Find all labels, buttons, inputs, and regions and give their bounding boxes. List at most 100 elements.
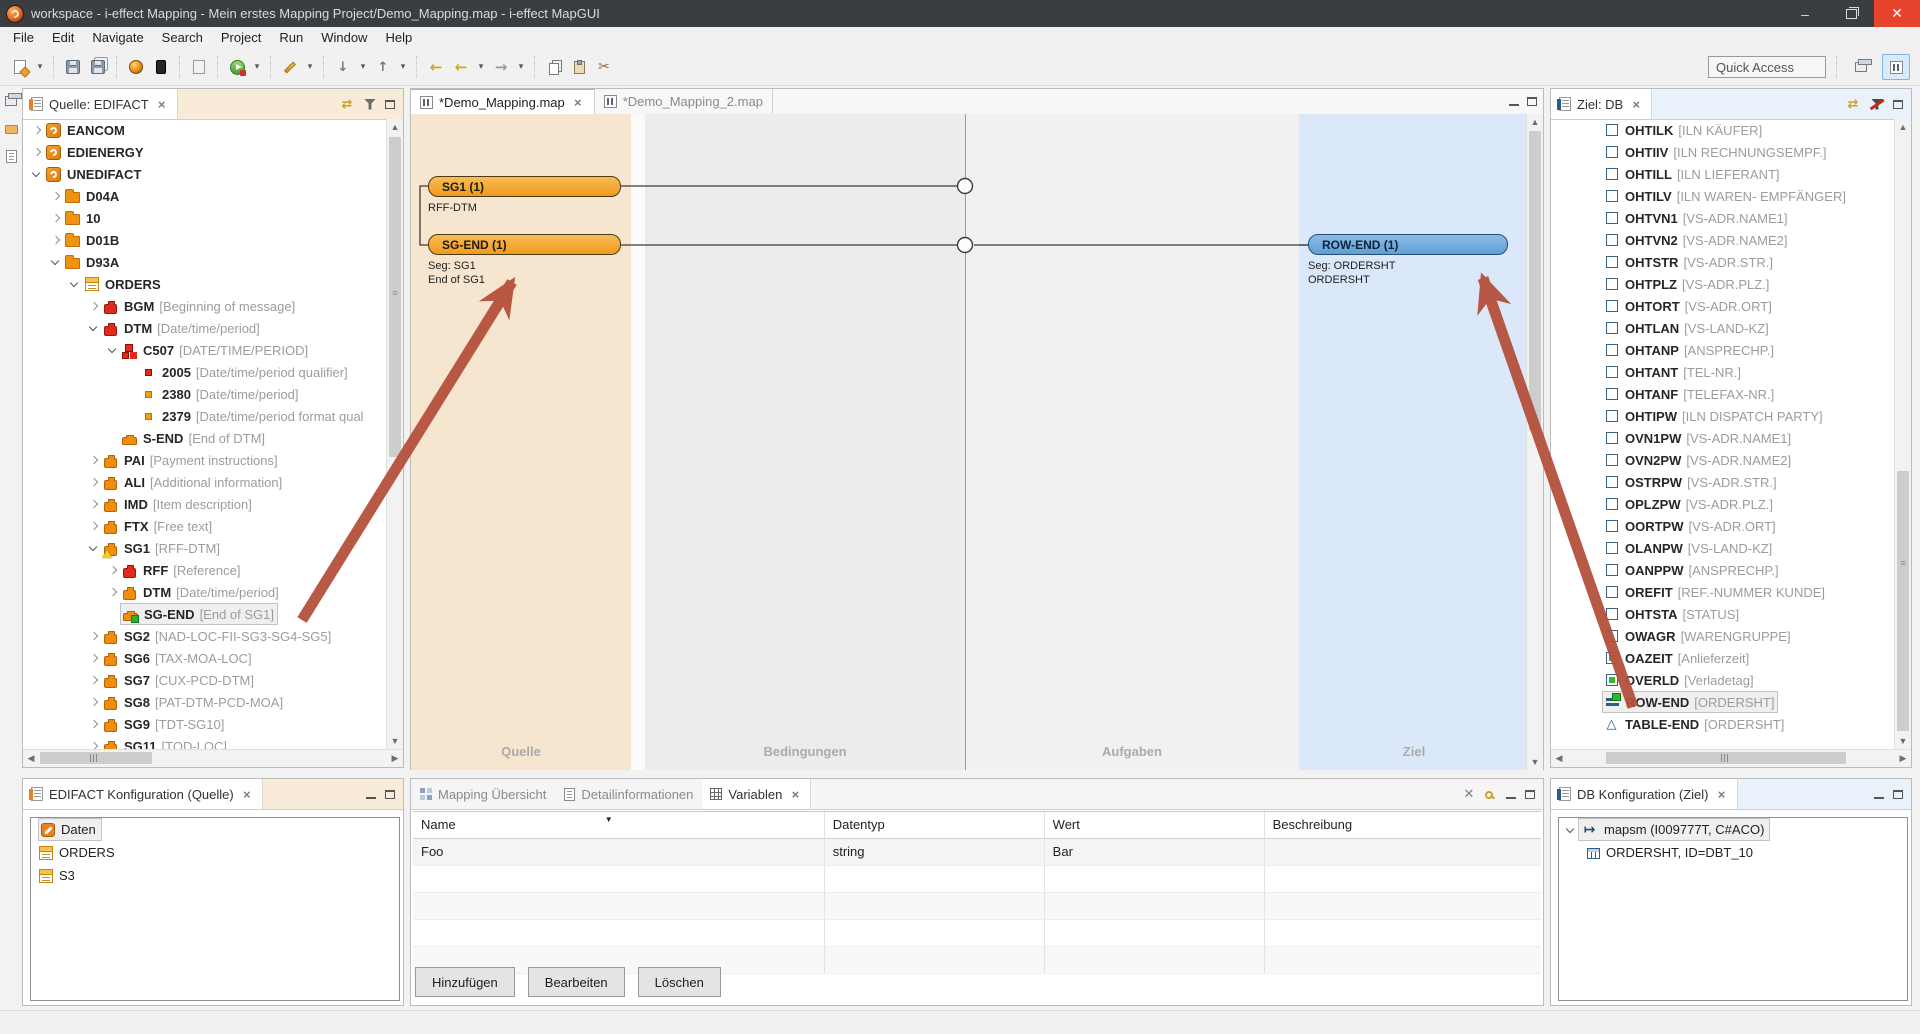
config-list[interactable]: DatenORDERSS3	[30, 817, 400, 1001]
dropdown-button[interactable]: ▾	[251, 56, 263, 78]
expander-icon[interactable]	[67, 273, 83, 295]
dropdown-button[interactable]: ▾	[515, 56, 527, 78]
node-sg1[interactable]: SG1 (1)	[428, 176, 621, 197]
save-as-button[interactable]	[188, 56, 210, 78]
tree-item-row-end[interactable]: ROW-END[ORDERSHT]	[1551, 691, 1895, 713]
next-gray-button[interactable]: →	[490, 56, 512, 78]
tree-item-c507[interactable]: C507[DATE/TIME/PERIOD]	[23, 339, 387, 361]
tree-item-rff[interactable]: RFF[Reference]	[23, 559, 387, 581]
expander-icon[interactable]	[86, 449, 102, 471]
expander-icon[interactable]	[48, 207, 64, 229]
back-yellow-button[interactable]: ←	[425, 56, 447, 78]
tree-item-ostrpw[interactable]: OSTRPW[VS-ADR.STR.]	[1551, 471, 1895, 493]
ieffect-ball-button[interactable]	[125, 56, 147, 78]
tree-item-dtm[interactable]: DTM[Date/time/period]	[23, 317, 387, 339]
tree-item-d04a[interactable]: D04A	[23, 185, 387, 207]
tab-demo-mapping[interactable]: *Demo_Mapping.map ×	[411, 89, 595, 114]
menu-window[interactable]: Window	[312, 27, 376, 49]
db-config-tree[interactable]: ↦mapsm (I009777T, C#ACO)ORDERSHT, ID=DBT…	[1558, 817, 1908, 1001]
expander-icon[interactable]	[29, 141, 45, 163]
table-row[interactable]: FoostringBar	[413, 839, 1541, 866]
target-tree-hscrollbar[interactable]: ◀ ▶	[1551, 749, 1911, 767]
expander-icon[interactable]	[48, 229, 64, 251]
tree-item-sg2[interactable]: SG2[NAD-LOC-FII-SG3-SG4-SG5]	[23, 625, 387, 647]
run-button[interactable]	[226, 56, 248, 78]
mapping-canvas[interactable]: SG1 (1) RFF-DTM SG-END (1) Seg: SG1 End …	[411, 114, 1528, 770]
mapping-perspective-button[interactable]	[1882, 54, 1910, 80]
menu-help[interactable]: Help	[376, 27, 421, 49]
menu-run[interactable]: Run	[270, 27, 312, 49]
column-header-name[interactable]: Name	[413, 812, 825, 838]
tree-item-ali[interactable]: ALI[Additional information]	[23, 471, 387, 493]
dropdown-button[interactable]: ▾	[397, 56, 409, 78]
outline-icon[interactable]	[6, 150, 17, 163]
scrollbar-thumb[interactable]	[40, 752, 152, 764]
tree-item-ohtstr[interactable]: OHTSTR[VS-ADR.STR.]	[1551, 251, 1895, 273]
maximize-icon[interactable]	[385, 790, 395, 799]
scroll-up-icon[interactable]: ▲	[1895, 119, 1911, 135]
scroll-down-icon[interactable]: ▼	[387, 733, 403, 749]
dropdown-button[interactable]: ▾	[357, 56, 369, 78]
tree-item-s-end[interactable]: S-END[End of DTM]	[23, 427, 387, 449]
minimize-icon[interactable]	[366, 796, 376, 799]
node-row-end[interactable]: ROW-END (1)	[1308, 234, 1508, 255]
column-header-beschreibung[interactable]: Beschreibung	[1265, 812, 1541, 838]
scroll-up-icon[interactable]: ▲	[387, 119, 403, 135]
minimize-button[interactable]: –	[1782, 0, 1828, 27]
project-explorer-icon[interactable]	[5, 125, 18, 134]
tree-item-2005[interactable]: 2005[Date/time/period qualifier]	[23, 361, 387, 383]
tree-item-sg6[interactable]: SG6[TAX-MOA-LOC]	[23, 647, 387, 669]
dropdown-button[interactable]: ▾	[34, 56, 46, 78]
list-item-s3[interactable]: S3	[31, 864, 399, 887]
db-tree-item[interactable]: ORDERSHT, ID=DBT_10	[1559, 841, 1907, 864]
filter-icon[interactable]	[364, 99, 376, 110]
console-button[interactable]	[150, 56, 172, 78]
minimize-icon[interactable]	[1509, 103, 1519, 106]
new-wizard-button[interactable]	[9, 56, 31, 78]
tab-quelle-edifact[interactable]: Quelle: EDIFACT ×	[23, 89, 178, 119]
tree-item-ohtvn1[interactable]: OHTVN1[VS-ADR.NAME1]	[1551, 207, 1895, 229]
tree-item-pai[interactable]: PAI[Payment instructions]	[23, 449, 387, 471]
link-editor-icon[interactable]: ⇄	[339, 97, 355, 112]
list-item-orders[interactable]: ORDERS	[31, 841, 399, 864]
expander-icon[interactable]	[86, 537, 102, 559]
node-sg-end[interactable]: SG-END (1)	[428, 234, 621, 255]
filter-disabled-icon[interactable]	[1870, 98, 1884, 111]
tab-variablen[interactable]: Variablen×	[702, 779, 811, 809]
close-icon[interactable]: ×	[240, 787, 254, 802]
tree-item-orefit[interactable]: OREFIT[REF.-NUMMER KUNDE]	[1551, 581, 1895, 603]
expander-icon[interactable]	[86, 515, 102, 537]
expander-icon[interactable]	[86, 625, 102, 647]
scrollbar-thumb[interactable]: ≡	[389, 137, 401, 457]
edit-button[interactable]: Bearbeiten	[528, 967, 625, 997]
tree-item-bgm[interactable]: BGM[Beginning of message]	[23, 295, 387, 317]
scroll-up-icon[interactable]: ▲	[1527, 114, 1543, 130]
search-icon[interactable]	[1485, 791, 1493, 799]
expander-icon[interactable]	[86, 647, 102, 669]
expander-icon[interactable]	[86, 295, 102, 317]
table-empty-row[interactable]	[413, 893, 1541, 920]
paste-button[interactable]	[568, 56, 590, 78]
menu-project[interactable]: Project	[212, 27, 270, 49]
tree-item-sg-end[interactable]: SG-END[End of SG1]	[23, 603, 387, 625]
expander-icon[interactable]	[86, 317, 102, 339]
tree-item-ohtvn2[interactable]: OHTVN2[VS-ADR.NAME2]	[1551, 229, 1895, 251]
tree-item-ohtill[interactable]: OHTILL[ILN LIEFERANT]	[1551, 163, 1895, 185]
tree-item-ohtiiv[interactable]: OHTIIV[ILN RECHNUNGSEMPF.]	[1551, 141, 1895, 163]
tree-item-sg8[interactable]: SG8[PAT-DTM-PCD-MOA]	[23, 691, 387, 713]
prev-yellow-button[interactable]: ←	[450, 56, 472, 78]
tab-detailinformationen[interactable]: Detailinformationen	[555, 779, 702, 809]
maximize-icon[interactable]	[1527, 97, 1537, 106]
scrollbar-thumb[interactable]: ≡	[1897, 471, 1909, 731]
canvas-vscrollbar[interactable]: ▲ ▼	[1526, 114, 1543, 770]
tree-item-table-end[interactable]: △TABLE-END[ORDERSHT]	[1551, 713, 1895, 735]
tree-item-ovn1pw[interactable]: OVN1PW[VS-ADR.NAME1]	[1551, 427, 1895, 449]
restore-button[interactable]	[1828, 0, 1874, 27]
expander-icon[interactable]	[1563, 819, 1579, 841]
expander-icon[interactable]	[86, 669, 102, 691]
tree-item-10[interactable]: 10	[23, 207, 387, 229]
tree-item-orders[interactable]: ORDERS	[23, 273, 387, 295]
maximize-icon[interactable]	[1525, 790, 1535, 799]
expander-icon[interactable]	[86, 691, 102, 713]
tree-item-ohtanf[interactable]: OHTANF[TELEFAX-NR.]	[1551, 383, 1895, 405]
